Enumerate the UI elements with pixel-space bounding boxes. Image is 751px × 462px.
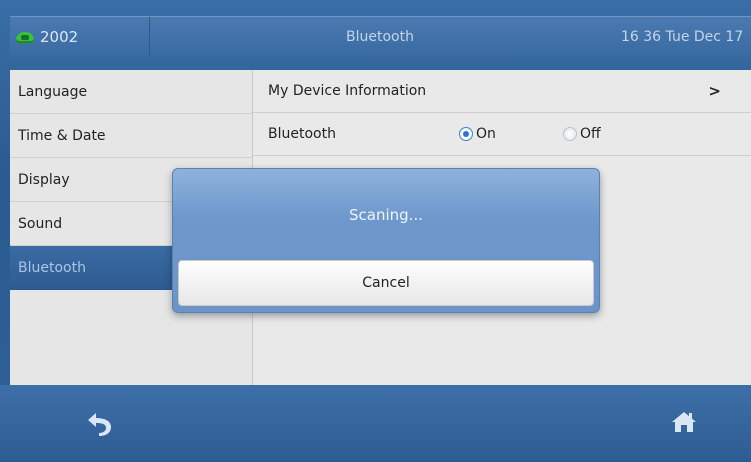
cancel-button[interactable]: Cancel (178, 260, 594, 306)
modal-overlay: Scaning... Cancel (0, 0, 751, 462)
scanning-dialog: Scaning... Cancel (172, 168, 600, 313)
phone-screen: 2002 Bluetooth 16 36 Tue Dec 17 Language… (0, 0, 751, 462)
scanning-message: Scaning... (349, 206, 423, 224)
